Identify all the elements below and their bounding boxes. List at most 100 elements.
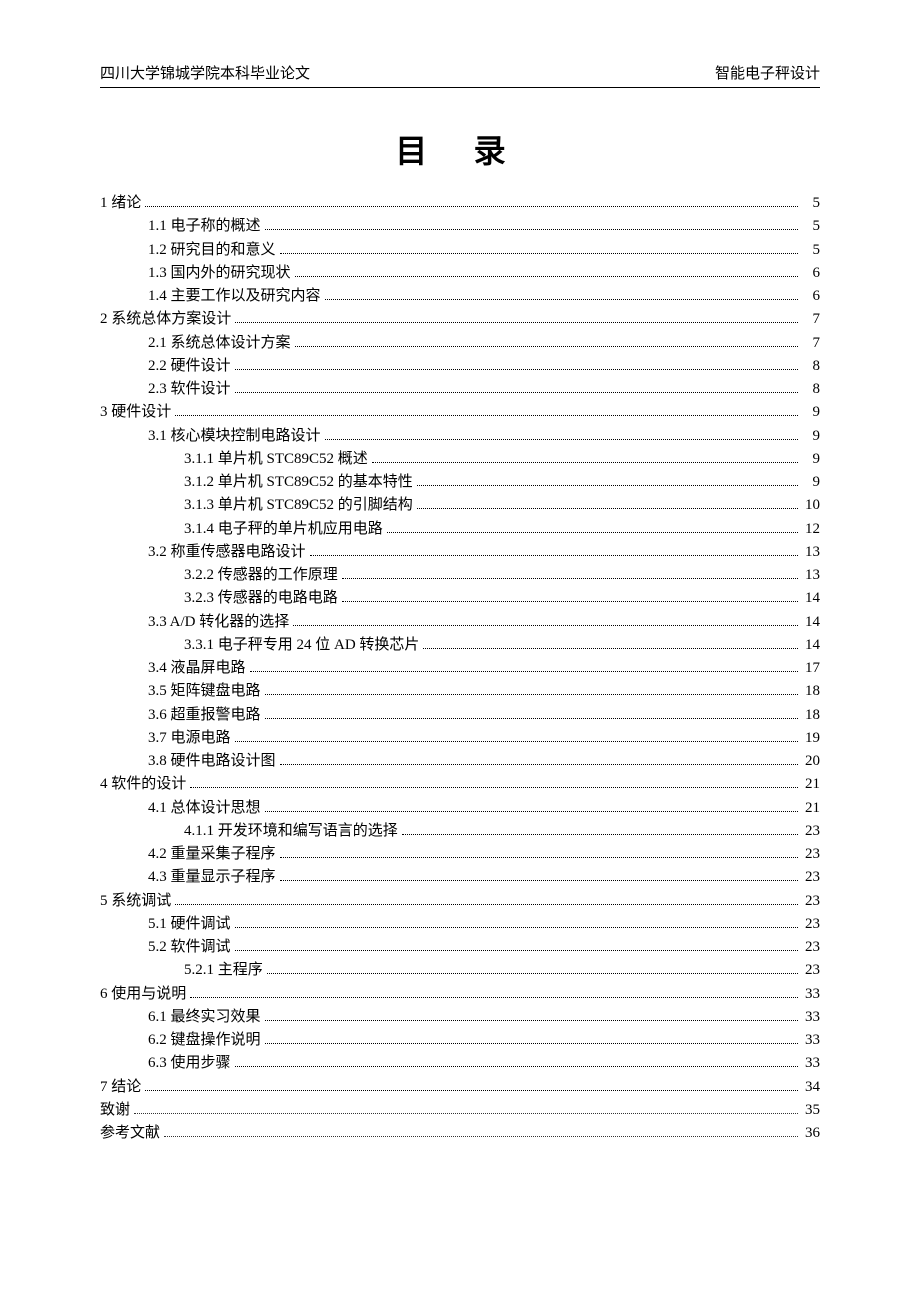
toc-entry-label: 3.1.3 单片机 STC89C52 的引脚结构 bbox=[184, 494, 413, 517]
toc-leader-dots bbox=[145, 206, 798, 207]
toc-entry-label: 6.1 最终实习效果 bbox=[148, 1006, 261, 1029]
toc-leader-dots bbox=[235, 369, 798, 370]
toc-entry-label: 3 硬件设计 bbox=[100, 401, 171, 424]
toc-entry-label: 5.2 软件调试 bbox=[148, 936, 231, 959]
toc-entry-label: 3.3 A/D 转化器的选择 bbox=[148, 611, 289, 634]
toc-leader-dots bbox=[164, 1136, 798, 1137]
toc-entry: 5 系统调试23 bbox=[100, 890, 820, 913]
toc-entry: 2.1 系统总体设计方案 7 bbox=[100, 332, 820, 355]
toc-entry: 3.2.2 传感器的工作原理13 bbox=[100, 564, 820, 587]
toc-entry-label: 2.2 硬件设计 bbox=[148, 355, 231, 378]
toc-leader-dots bbox=[235, 392, 798, 393]
toc-entry: 3.1.4 电子秤的单片机应用电路12 bbox=[100, 518, 820, 541]
toc-entry: 3.1.1 单片机 STC89C52 概述9 bbox=[100, 448, 820, 471]
toc-leader-dots bbox=[342, 601, 798, 602]
toc-entry: 3.5 矩阵键盘电路18 bbox=[100, 680, 820, 703]
toc-entry-page: 8 bbox=[802, 355, 820, 378]
toc-entry: 6.3 使用步骤 33 bbox=[100, 1052, 820, 1075]
toc-entry: 5.2.1 主程序23 bbox=[100, 959, 820, 982]
toc-leader-dots bbox=[235, 950, 798, 951]
toc-entry-label: 5.2.1 主程序 bbox=[184, 959, 263, 982]
toc-entry: 2.3 软件设计8 bbox=[100, 378, 820, 401]
toc-entry-page: 33 bbox=[802, 1052, 820, 1075]
toc-leader-dots bbox=[265, 229, 798, 230]
toc-entry-label: 1.4 主要工作以及研究内容 bbox=[148, 285, 321, 308]
toc-entry: 2 系统总体方案设计7 bbox=[100, 308, 820, 331]
toc-leader-dots bbox=[265, 1020, 798, 1021]
toc-entry-page: 35 bbox=[802, 1099, 820, 1122]
toc-entry-label: 3.2.2 传感器的工作原理 bbox=[184, 564, 338, 587]
toc-entry-label: 参考文献 bbox=[100, 1122, 160, 1145]
toc-entry-page: 5 bbox=[802, 192, 820, 215]
toc-entry: 3.8 硬件电路设计图 20 bbox=[100, 750, 820, 773]
toc-entry: 3.6 超重报警电路18 bbox=[100, 704, 820, 727]
toc-entry-page: 36 bbox=[802, 1122, 820, 1145]
toc-entry-page: 33 bbox=[802, 983, 820, 1006]
toc-entry-label: 4.2 重量采集子程序 bbox=[148, 843, 276, 866]
toc-entry-label: 致谢 bbox=[100, 1099, 130, 1122]
toc-entry-page: 7 bbox=[802, 308, 820, 331]
toc-entry: 2.2 硬件设计 8 bbox=[100, 355, 820, 378]
toc-entry: 1.4 主要工作以及研究内容6 bbox=[100, 285, 820, 308]
toc-leader-dots bbox=[402, 834, 798, 835]
toc-entry: 3.1.3 单片机 STC89C52 的引脚结构10 bbox=[100, 494, 820, 517]
toc-leader-dots bbox=[250, 671, 798, 672]
toc-entry-page: 23 bbox=[802, 820, 820, 843]
toc-entry: 3.4 液晶屏电路 17 bbox=[100, 657, 820, 680]
toc-leader-dots bbox=[265, 694, 798, 695]
toc-leader-dots bbox=[175, 904, 798, 905]
toc-entry-label: 2.1 系统总体设计方案 bbox=[148, 332, 291, 355]
toc-entry-page: 23 bbox=[802, 913, 820, 936]
toc-entry-label: 4.3 重量显示子程序 bbox=[148, 866, 276, 889]
toc-entry-label: 2.3 软件设计 bbox=[148, 378, 231, 401]
toc-entry-label: 1.3 国内外的研究现状 bbox=[148, 262, 291, 285]
toc-entry: 3.3 A/D 转化器的选择14 bbox=[100, 611, 820, 634]
toc-entry: 1.3 国内外的研究现状6 bbox=[100, 262, 820, 285]
toc-entry-label: 3.4 液晶屏电路 bbox=[148, 657, 246, 680]
toc-entry-page: 9 bbox=[802, 401, 820, 424]
toc-entry: 3.2 称重传感器电路设计13 bbox=[100, 541, 820, 564]
toc-title: 目 录 bbox=[100, 126, 820, 172]
toc-entry: 1.1 电子称的概述5 bbox=[100, 215, 820, 238]
toc-entry-label: 1.2 研究目的和意义 bbox=[148, 239, 276, 262]
toc-entry-label: 3.2.3 传感器的电路电路 bbox=[184, 587, 338, 610]
toc-entry-label: 4.1.1 开发环境和编写语言的选择 bbox=[184, 820, 398, 843]
toc-leader-dots bbox=[293, 625, 798, 626]
toc-leader-dots bbox=[190, 997, 798, 998]
toc-entry-label: 6.3 使用步骤 bbox=[148, 1052, 231, 1075]
toc-entry-label: 3.6 超重报警电路 bbox=[148, 704, 261, 727]
toc-leader-dots bbox=[265, 718, 798, 719]
toc-entry-label: 3.8 硬件电路设计图 bbox=[148, 750, 276, 773]
toc-leader-dots bbox=[280, 857, 798, 858]
toc-entry: 5.1 硬件调试 23 bbox=[100, 913, 820, 936]
toc-leader-dots bbox=[417, 485, 798, 486]
toc-entry: 1 绪论5 bbox=[100, 192, 820, 215]
toc-leader-dots bbox=[265, 1043, 798, 1044]
toc-leader-dots bbox=[190, 787, 798, 788]
toc-entry: 致谢 35 bbox=[100, 1099, 820, 1122]
toc-entry-page: 18 bbox=[802, 680, 820, 703]
toc-entry: 3.2.3 传感器的电路电路14 bbox=[100, 587, 820, 610]
toc-entry-page: 14 bbox=[802, 634, 820, 657]
toc-leader-dots bbox=[342, 578, 798, 579]
toc-entry-label: 3.1 核心模块控制电路设计 bbox=[148, 425, 321, 448]
toc-leader-dots bbox=[235, 1066, 798, 1067]
toc-entry-page: 20 bbox=[802, 750, 820, 773]
toc-entry-page: 23 bbox=[802, 866, 820, 889]
toc-entry: 3.1 核心模块控制电路设计9 bbox=[100, 425, 820, 448]
toc-entry: 6.2 键盘操作说明 33 bbox=[100, 1029, 820, 1052]
toc-entry-page: 17 bbox=[802, 657, 820, 680]
toc-entry-page: 23 bbox=[802, 936, 820, 959]
toc-entry-label: 3.7 电源电路 bbox=[148, 727, 231, 750]
toc-leader-dots bbox=[134, 1113, 798, 1114]
toc-leader-dots bbox=[265, 811, 798, 812]
toc-leader-dots bbox=[310, 555, 798, 556]
toc-entry-page: 34 bbox=[802, 1076, 820, 1099]
toc-entry-label: 7 结论 bbox=[100, 1076, 141, 1099]
toc-entry-page: 7 bbox=[802, 332, 820, 355]
toc-entry-label: 6.2 键盘操作说明 bbox=[148, 1029, 261, 1052]
toc-entry-page: 33 bbox=[802, 1029, 820, 1052]
toc-entry-page: 9 bbox=[802, 448, 820, 471]
toc-leader-dots bbox=[295, 276, 798, 277]
toc-entry-label: 5.1 硬件调试 bbox=[148, 913, 231, 936]
